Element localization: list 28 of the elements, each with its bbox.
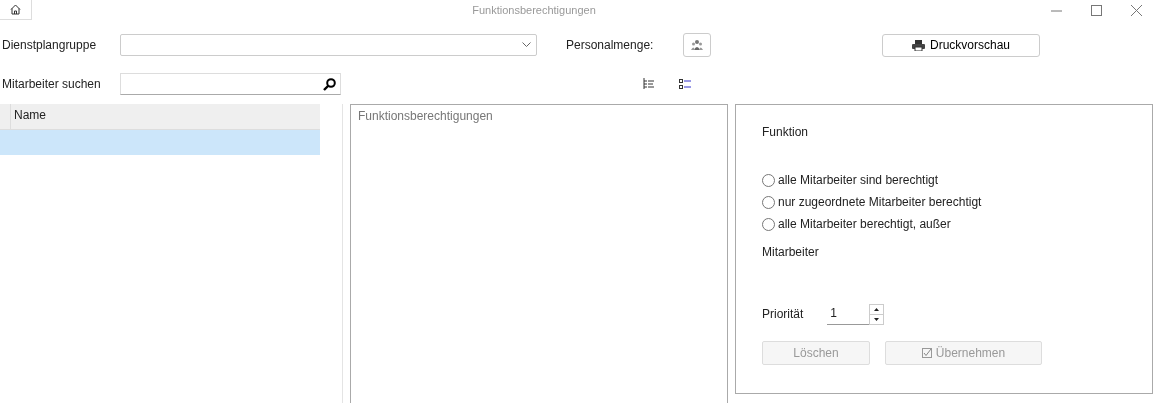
printer-icon <box>912 39 925 51</box>
radio-option[interactable]: alle Mitarbeiter sind berechtigt <box>762 169 1126 191</box>
staff-label: Personalmenge: <box>566 38 655 52</box>
function-label: Funktion <box>762 125 810 139</box>
priority-field[interactable]: 1 <box>827 303 870 325</box>
window-title: Funktionsberechtigungen <box>471 3 597 16</box>
tree-view-icon[interactable] <box>643 78 655 90</box>
staff-button[interactable] <box>683 33 711 57</box>
people-icon <box>691 39 703 51</box>
spin-buttons[interactable] <box>869 303 885 325</box>
priority-label: Priorität <box>762 307 804 321</box>
maximize-icon[interactable] <box>1090 4 1102 16</box>
chevron-down-icon <box>522 42 531 48</box>
print-preview-button[interactable]: Druckvorschau <box>882 33 1040 57</box>
list-view-icon[interactable] <box>679 79 691 89</box>
search-field[interactable] <box>120 73 341 95</box>
close-icon[interactable] <box>1130 4 1142 16</box>
employees-label: Mitarbeiter <box>762 245 820 259</box>
home-button[interactable] <box>0 0 32 20</box>
column-header[interactable]: Name <box>11 104 49 129</box>
group-label: Dienstplangruppe <box>2 38 98 52</box>
search-icon <box>323 77 336 91</box>
home-icon <box>10 4 21 15</box>
panel-title: Funktionsberechtigungen <box>358 109 493 123</box>
search-label: Mitarbeiter suchen <box>2 77 102 91</box>
radio-option[interactable]: alle Mitarbeiter berechtigt, außer <box>762 213 1126 235</box>
checkbox-icon <box>921 348 932 358</box>
radio-option[interactable]: nur zugeordnete Mitarbeiter berechtigt <box>762 191 1126 213</box>
